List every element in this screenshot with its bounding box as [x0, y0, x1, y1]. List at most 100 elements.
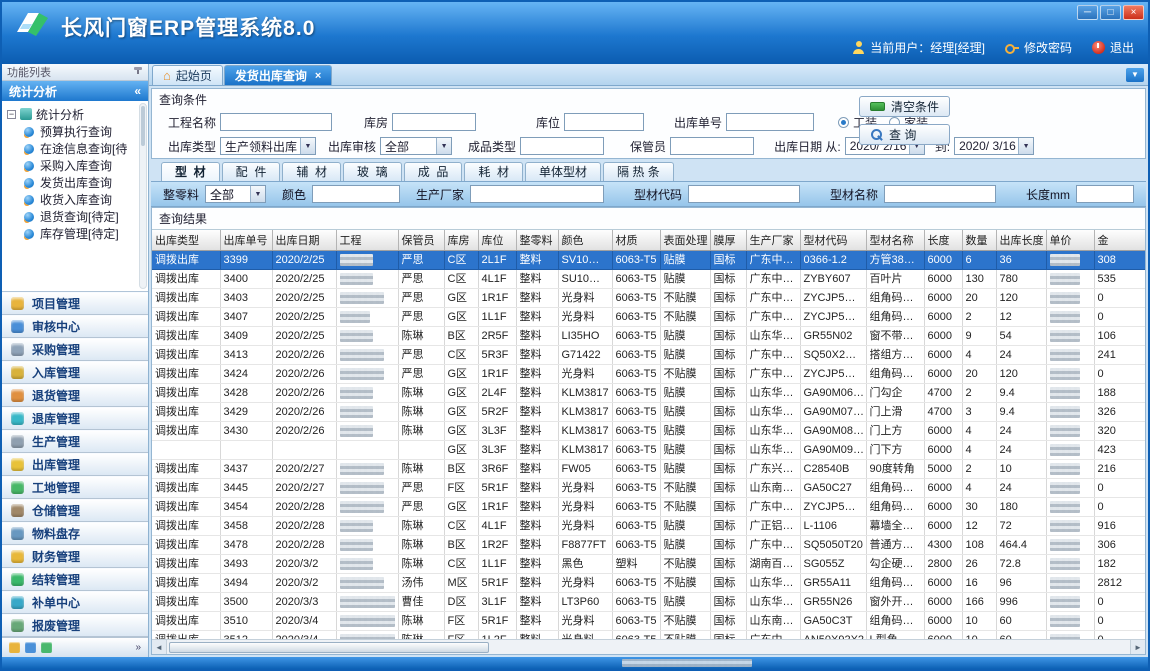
column-header-数量[interactable]: 数量 [962, 230, 996, 251]
footer-more-icon[interactable]: » [135, 642, 141, 653]
expander-icon[interactable]: − [7, 110, 16, 119]
material-tab-玻璃[interactable]: 玻 璃 [343, 162, 402, 181]
table-row[interactable]: 调拨出库34032020/2/25工程工程严思G区1R1F整料光身料6063-T… [152, 289, 1145, 308]
table-row[interactable]: 调拨出库34092020/2/25长安园陈琳B区2R5F整料LI35HO6063… [152, 327, 1145, 346]
sidebar-item-出库管理[interactable]: 出库管理 [2, 453, 148, 476]
tree-item-收货入库查询[interactable]: 收货入库查询 [7, 191, 138, 208]
scrollbar-thumb[interactable] [169, 642, 489, 653]
sidebar-item-审核中心[interactable]: 审核中心 [2, 315, 148, 338]
material-tab-隔热条[interactable]: 隔 热 条 [603, 162, 674, 181]
sidebar-item-项目管理[interactable]: 项目管理 [2, 292, 148, 315]
sidebar-item-报废管理[interactable]: 报废管理 [2, 614, 148, 637]
table-row[interactable]: 调拨出库34302020/2/26石林城陈琳G区3L3F整料KLM3817606… [152, 422, 1145, 441]
column-header-表面处理[interactable]: 表面处理 [660, 230, 710, 251]
profile-code-input[interactable] [688, 185, 800, 203]
table-row[interactable]: G区3L3F整料KLM38176063-T5贴膜国标山东华…GA90M09…门下… [152, 441, 1145, 460]
material-tab-成品[interactable]: 成 品 [404, 162, 463, 181]
keeper-input[interactable] [670, 137, 754, 155]
tree-item-库存管理[待定][interactable]: 库存管理[待定] [7, 225, 138, 242]
table-row[interactable]: 调拨出库34452020/2/27工程工程严思F区5R1F整料光身料6063-T… [152, 479, 1145, 498]
table-row[interactable]: 调拨出库34542020/2/28工程工程严思G区1R1F整料光身料6063-T… [152, 498, 1145, 517]
column-header-型材名称[interactable]: 型材名称 [866, 230, 924, 251]
column-header-整零料[interactable]: 整零料 [516, 230, 558, 251]
tree-item-采购入库查询[interactable]: 采购入库查询 [7, 157, 138, 174]
table-row[interactable]: 调拨出库34242020/2/26工程工程严思G区1R1F整料光身料6063-T… [152, 365, 1145, 384]
profile-name-input[interactable] [884, 185, 996, 203]
column-header-保管员[interactable]: 保管员 [398, 230, 444, 251]
date-to-picker[interactable]: 2020/ 3/16 ▼ [954, 137, 1034, 155]
tree-item-在途信息查询[待[interactable]: 在途信息查询[待 [7, 140, 138, 157]
scroll-right-icon[interactable]: ► [1130, 640, 1145, 654]
footer-computer-icon[interactable] [41, 642, 52, 653]
footer-list-icon[interactable] [25, 642, 36, 653]
column-header-库位[interactable]: 库位 [478, 230, 516, 251]
minimize-button[interactable]: ─ [1077, 5, 1098, 20]
tree-root-statistics[interactable]: − 统计分析 [7, 105, 138, 123]
order-no-input[interactable] [726, 113, 814, 131]
table-row[interactable]: 调拨出库34292020/2/26石林城陈琳G区5R2F整料KLM3817606… [152, 403, 1145, 422]
clear-conditions-button[interactable]: 清空条件 [859, 96, 950, 117]
horizontal-scrollbar[interactable]: ◄ ► [152, 639, 1145, 654]
material-tab-单体型材[interactable]: 单体型材 [525, 162, 601, 181]
search-button[interactable]: 查 询 [859, 124, 950, 145]
sidebar-item-财务管理[interactable]: 财务管理 [2, 545, 148, 568]
table-row[interactable]: 调拨出库34132020/2/26南苑工程严思C区5R3F整料G71422606… [152, 346, 1145, 365]
sidebar-group-header[interactable]: 统计分析 « [2, 81, 148, 101]
project-name-input[interactable] [220, 113, 332, 131]
sidebar-item-物料盘存[interactable]: 物料盘存 [2, 522, 148, 545]
tab-shipment-outbound-query[interactable]: 发货出库查询 × [224, 65, 332, 85]
table-row[interactable]: 调拨出库34582020/2/28华水原陈琳C区4L1F整料光身料6063-T5… [152, 517, 1145, 536]
tree-scrollbar-thumb[interactable] [141, 106, 145, 146]
table-row[interactable]: 调拨出库34932020/3/2华水原陈琳C区1L1F整料黑色塑料不贴膜国标湖南… [152, 555, 1145, 574]
sidebar-item-结转管理[interactable]: 结转管理 [2, 568, 148, 591]
tree-item-预算执行查询[interactable]: 预算执行查询 [7, 123, 138, 140]
column-header-库房[interactable]: 库房 [444, 230, 478, 251]
column-header-出库长度[interactable]: 出库长度 [996, 230, 1046, 251]
column-header-颜色[interactable]: 颜色 [558, 230, 612, 251]
logout-button[interactable]: 退出 [1092, 39, 1134, 56]
length-input[interactable] [1076, 185, 1134, 203]
tree-scrollbar[interactable] [139, 103, 147, 289]
footer-folder-icon[interactable] [9, 642, 20, 653]
table-row[interactable]: 调拨出库34782020/2/28华水原陈琳B区1R2F整料F8877FT606… [152, 536, 1145, 555]
column-header-出库类型[interactable]: 出库类型 [152, 230, 220, 251]
tree-item-退货查询[待定][interactable]: 退货查询[待定] [7, 208, 138, 225]
sidebar-item-采购管理[interactable]: 采购管理 [2, 338, 148, 361]
column-header-型材代码[interactable]: 型材代码 [800, 230, 866, 251]
sidebar-item-退货管理[interactable]: 退货管理 [2, 384, 148, 407]
collapse-icon[interactable]: « [134, 84, 141, 98]
location-input[interactable] [564, 113, 644, 131]
tab-close-icon[interactable]: × [315, 70, 321, 82]
table-row[interactable]: 调拨出库34282020/2/26石林城陈琳G区2L4F整料KLM3817606… [152, 384, 1145, 403]
change-password-link[interactable]: 修改密码 [1005, 39, 1072, 56]
sidebar-item-入库管理[interactable]: 入库管理 [2, 361, 148, 384]
close-button[interactable]: × [1123, 5, 1144, 20]
tab-start-page[interactable]: ⌂ 起始页 [152, 65, 223, 85]
column-header-生产厂家[interactable]: 生产厂家 [746, 230, 800, 251]
column-header-出库日期[interactable]: 出库日期 [272, 230, 336, 251]
table-row[interactable]: 调拨出库34372020/2/27佛山工程陈琳B区3R6F整料FW056063-… [152, 460, 1145, 479]
table-row[interactable]: 调拨出库34942020/3/2石印馆城汤伟M区5R1F整料光身料6063-T5… [152, 574, 1145, 593]
tab-overflow-icon[interactable]: ▼ [1126, 68, 1144, 82]
table-row[interactable]: 调拨出库35122020/3/4工程共工程陈琳F区1L2F整料光身料6063-T… [152, 631, 1145, 640]
table-row[interactable]: 调拨出库34072020/2/25工程严思G区1L1F整料光身料6063-T5不… [152, 308, 1145, 327]
maximize-button[interactable]: □ [1100, 5, 1121, 20]
table-row[interactable]: 调拨出库34002020/2/25华水原严思C区4L1F整料SU10…6063-… [152, 270, 1145, 289]
scroll-left-icon[interactable]: ◄ [152, 640, 167, 654]
color-input[interactable] [312, 185, 400, 203]
material-tab-配件[interactable]: 配 件 [222, 162, 281, 181]
sidebar-item-退库管理[interactable]: 退库管理 [2, 407, 148, 430]
pin-icon[interactable] [133, 67, 143, 77]
outbound-type-select[interactable]: 生产领料出库 ▼ [220, 137, 316, 155]
column-header-长度[interactable]: 长度 [924, 230, 962, 251]
column-header-材质[interactable]: 材质 [612, 230, 660, 251]
manufacturer-input[interactable] [470, 185, 604, 203]
column-header-单价[interactable]: 单价 [1046, 230, 1094, 251]
column-header-金[interactable]: 金 [1094, 230, 1145, 251]
audit-select[interactable]: 全部 ▼ [380, 137, 452, 155]
column-header-出库单号[interactable]: 出库单号 [220, 230, 272, 251]
sidebar-item-仓储管理[interactable]: 仓储管理 [2, 499, 148, 522]
material-tab-辅材[interactable]: 辅 材 [282, 162, 341, 181]
sidebar-item-生产管理[interactable]: 生产管理 [2, 430, 148, 453]
table-row[interactable]: 调拨出库33992020/2/25华水原严思C区2L1F整料SV10…6063-… [152, 251, 1145, 270]
